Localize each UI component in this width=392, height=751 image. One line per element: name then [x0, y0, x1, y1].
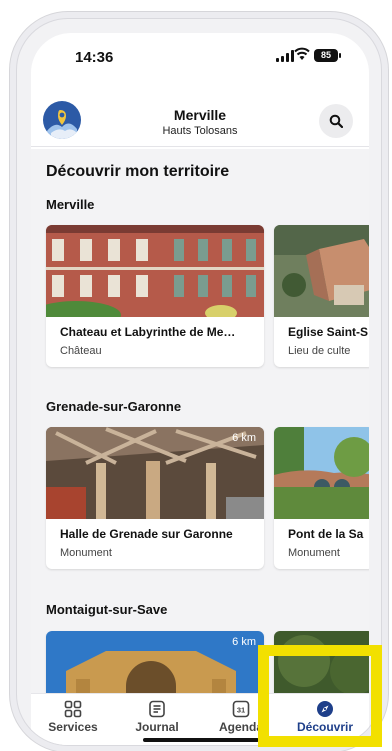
section-title-grenade: Grenade-sur-Garonne	[46, 399, 182, 414]
place-card[interactable]: 6 km Halle de Grenade sur Garonne Monume…	[46, 427, 264, 569]
place-card[interactable]: Pont de la Sa Monument	[274, 427, 369, 569]
status-bar: 14:36 85	[31, 33, 369, 81]
search-button[interactable]	[319, 104, 353, 138]
place-card[interactable]: Eglise Saint-S Lieu de culte	[274, 225, 369, 367]
place-category: Monument	[288, 547, 340, 559]
place-photo	[274, 427, 369, 519]
place-name: Eglise Saint-S	[288, 325, 369, 339]
section-title-merville: Merville	[46, 197, 95, 212]
place-card[interactable]: Chateau et Labyrinthe de Me… Château	[46, 225, 264, 367]
tab-services[interactable]: Services	[31, 700, 115, 734]
page-title: Découvrir mon territoire	[46, 163, 230, 180]
calendar-day: 31	[237, 706, 245, 715]
section-title-montaigut: Montaigut-sur-Save	[46, 602, 168, 617]
place-name: Halle de Grenade sur Garonne	[60, 527, 233, 541]
discover-content[interactable]: Découvrir mon territoire Merville Chatea…	[31, 149, 369, 693]
phone-side-button	[382, 220, 386, 310]
grid-icon	[31, 700, 115, 718]
place-category: Lieu de culte	[288, 345, 351, 357]
phone-screen: 14:36 85 Merville Hauts Tolosans Découvr…	[31, 33, 369, 745]
phone-frame: 14:36 85 Merville Hauts Tolosans Découvr…	[16, 18, 382, 746]
place-category: Monument	[60, 547, 112, 559]
distance-badge: 6 km	[232, 432, 256, 444]
journal-icon	[115, 700, 199, 718]
tab-label: Services	[48, 720, 98, 734]
wifi-icon	[294, 47, 310, 66]
distance-badge: 6 km	[232, 636, 256, 648]
place-name: Chateau et Labyrinthe de Me…	[60, 325, 236, 339]
place-category: Château	[60, 345, 102, 357]
status-time: 14:36	[75, 49, 114, 66]
header-subtitle: Hauts Tolosans	[162, 125, 238, 137]
place-photo	[274, 225, 369, 317]
tab-label: Journal	[135, 720, 179, 734]
highlight-box	[258, 645, 382, 747]
app-header: Merville Hauts Tolosans	[31, 87, 369, 147]
tab-journal[interactable]: Journal	[115, 700, 199, 734]
search-icon	[329, 114, 343, 128]
home-indicator	[143, 738, 259, 742]
place-name: Pont de la Sa	[288, 527, 364, 541]
place-card[interactable]: 6 km	[46, 631, 264, 693]
battery-icon: 85	[314, 49, 341, 62]
place-photo	[46, 225, 264, 317]
signal-icon	[276, 50, 294, 62]
